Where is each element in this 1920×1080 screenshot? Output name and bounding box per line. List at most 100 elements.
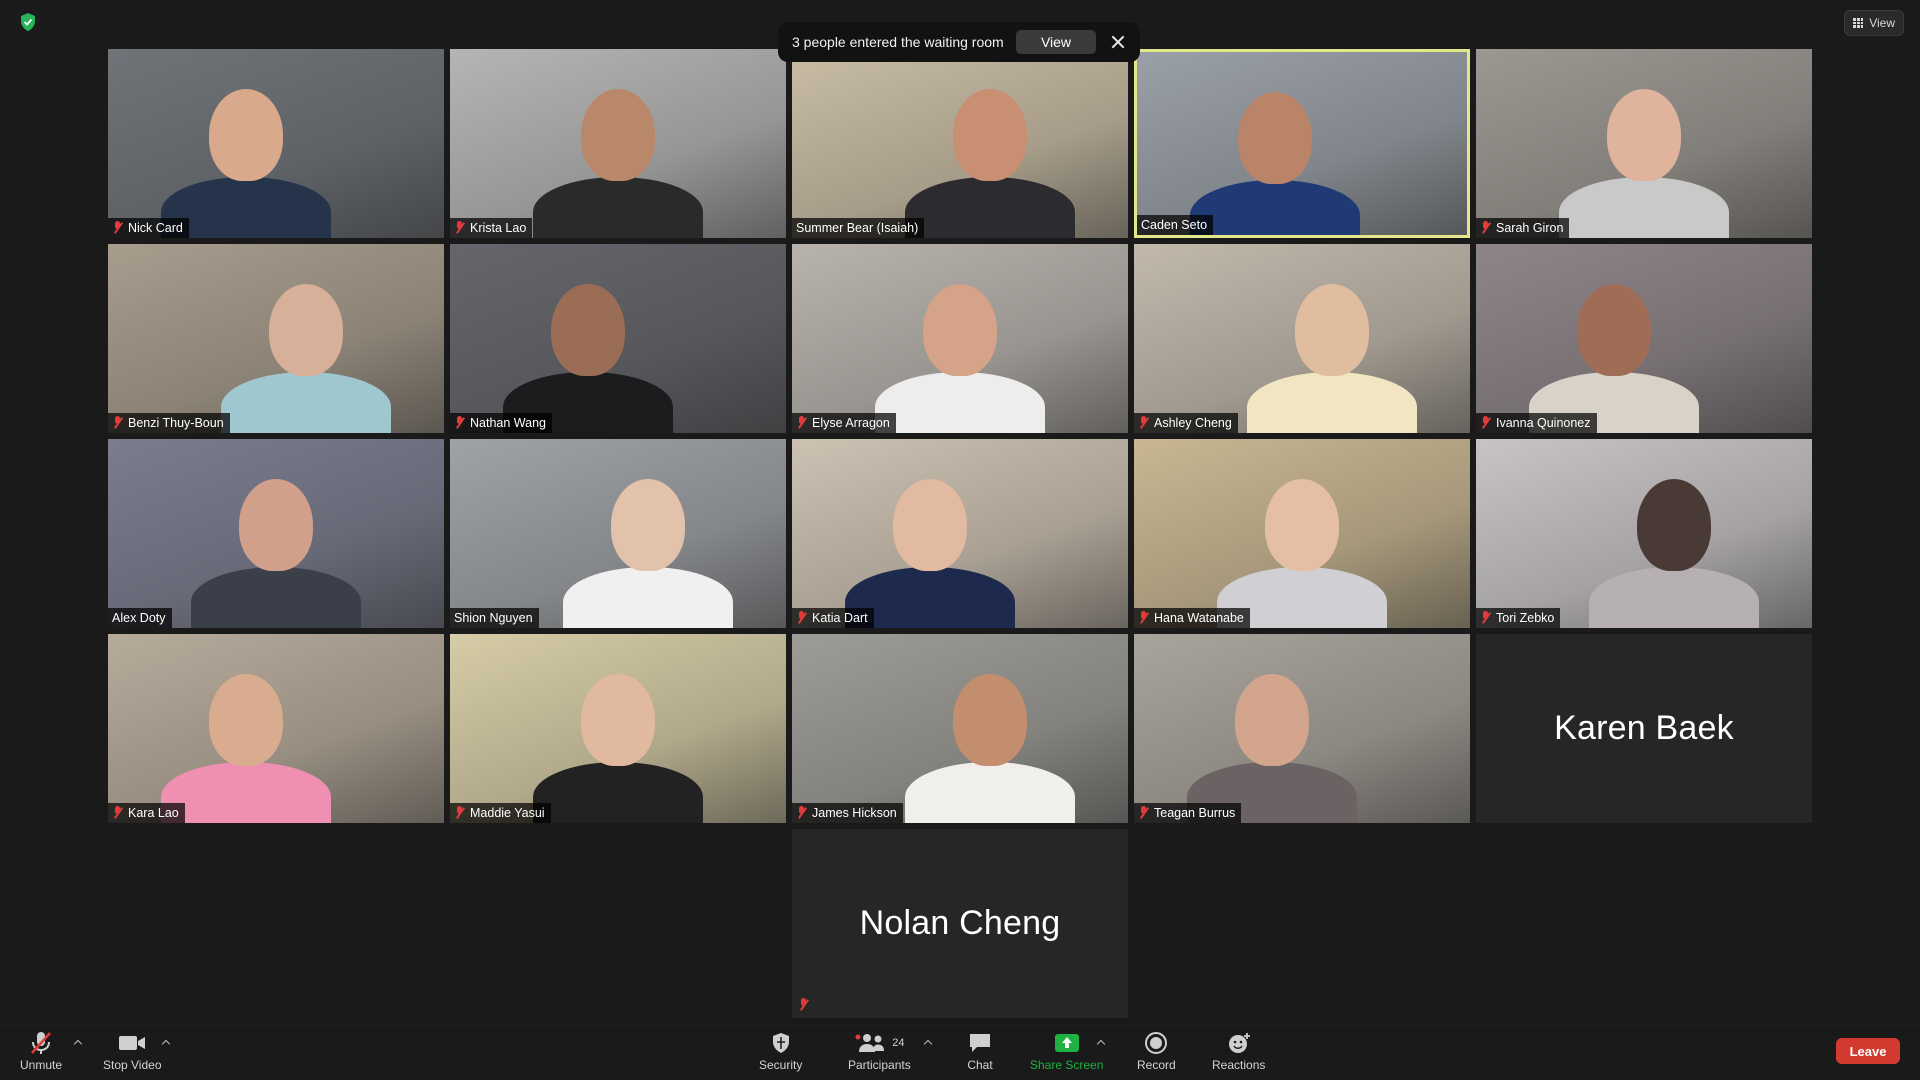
participant-name: Caden Seto — [1141, 218, 1208, 232]
participant-name-tag: Ivanna Quinonez — [1476, 413, 1597, 433]
muted-mic-icon — [454, 221, 466, 235]
participant-face — [581, 674, 655, 766]
stop-video-label: Stop Video — [103, 1058, 162, 1072]
participant-face — [269, 284, 343, 376]
participant-torso — [1190, 180, 1360, 235]
participant-name-tag: Maddie Yasui — [450, 803, 551, 823]
participant-name-tag: Summer Bear (Isaiah) — [792, 218, 925, 238]
participant-name: Shion Nguyen — [454, 611, 533, 625]
participant-name: Sarah Giron — [1496, 221, 1564, 235]
leave-button[interactable]: Leave — [1836, 1038, 1900, 1064]
reactions-smiley-icon — [1226, 1030, 1252, 1056]
muted-mic-icon — [1138, 611, 1150, 625]
participant-video-tile[interactable]: Nick Card — [108, 49, 444, 238]
share-screen-icon — [1053, 1030, 1081, 1056]
grid-icon — [1853, 18, 1864, 28]
view-layout-button[interactable]: View — [1844, 10, 1904, 36]
muted-mic-icon — [796, 611, 808, 625]
encryption-shield-icon[interactable] — [18, 12, 38, 32]
share-screen-button[interactable]: Share Screen — [1030, 1030, 1103, 1072]
meeting-toolbar: Unmute Stop Video Security 24 Participan… — [0, 1025, 1920, 1080]
participant-video-tile[interactable]: Kara Lao — [108, 634, 444, 823]
participant-name: Teagan Burrus — [1154, 806, 1236, 820]
participant-face — [923, 284, 997, 376]
participant-name: Alex Doty — [112, 611, 166, 625]
participant-video-feed — [1137, 52, 1467, 235]
participant-video-tile[interactable]: Ivanna Quinonez — [1476, 244, 1812, 433]
participant-video-tile[interactable]: Krista Lao — [450, 49, 786, 238]
participants-chevron-up-icon[interactable] — [924, 1038, 932, 1046]
participants-label: Participants — [848, 1058, 911, 1072]
muted-mic-icon — [112, 806, 124, 820]
participant-video-tile[interactable]: Benzi Thuy-Boun — [108, 244, 444, 433]
participant-torso — [1247, 372, 1417, 433]
reactions-button[interactable]: Reactions — [1212, 1030, 1265, 1072]
participant-torso — [1589, 567, 1759, 628]
participant-video-feed — [1134, 244, 1470, 433]
share-screen-label: Share Screen — [1030, 1058, 1104, 1072]
participant-video-tile[interactable]: Shion Nguyen — [450, 439, 786, 628]
security-button[interactable]: Security — [759, 1030, 802, 1072]
participant-name-tag: Alex Doty — [108, 608, 172, 628]
participant-name-tag: Shion Nguyen — [450, 608, 539, 628]
record-button[interactable]: Record — [1137, 1030, 1176, 1072]
participant-video-feed — [108, 439, 444, 628]
chat-button[interactable]: Chat — [967, 1030, 993, 1072]
muted-mic-icon — [1480, 221, 1492, 235]
participant-torso — [533, 177, 703, 238]
participant-face — [611, 479, 685, 571]
participant-video-feed — [1476, 49, 1812, 238]
participant-video-tile[interactable]: James Hickson — [792, 634, 1128, 823]
muted-microphone-icon — [27, 1030, 55, 1056]
participant-face — [551, 284, 625, 376]
participant-face — [209, 674, 283, 766]
participant-video-feed — [1134, 634, 1470, 823]
participant-video-tile[interactable]: Caden Seto — [1134, 49, 1470, 238]
participant-video-tile[interactable]: Summer Bear (Isaiah) — [792, 49, 1128, 238]
participant-face — [953, 674, 1027, 766]
participant-video-feed — [1134, 439, 1470, 628]
stop-video-button[interactable]: Stop Video — [103, 1030, 162, 1072]
video-options-chevron-up-icon[interactable] — [162, 1038, 170, 1046]
unmute-button[interactable]: Unmute — [20, 1030, 62, 1072]
participant-video-tile[interactable]: Alex Doty — [108, 439, 444, 628]
participant-video-tile[interactable]: Elyse Arragon — [792, 244, 1128, 433]
participant-video-tile[interactable]: Tori Zebko — [1476, 439, 1812, 628]
participant-name-tag: Katia Dart — [792, 608, 874, 628]
muted-mic-icon — [1480, 416, 1492, 430]
participant-name-tag: James Hickson — [792, 803, 903, 823]
close-icon[interactable] — [1110, 34, 1126, 50]
participant-video-tile[interactable]: Nathan Wang — [450, 244, 786, 433]
participant-video-tile[interactable]: Ashley Cheng — [1134, 244, 1470, 433]
participant-name: Karen Baek — [1554, 709, 1734, 747]
share-options-chevron-up-icon[interactable] — [1097, 1038, 1105, 1046]
participant-face — [1235, 674, 1309, 766]
participant-video-feed — [792, 439, 1128, 628]
participant-face — [581, 89, 655, 181]
audio-options-chevron-up-icon[interactable] — [74, 1038, 82, 1046]
participant-torso — [905, 762, 1075, 823]
participant-video-feed — [450, 244, 786, 433]
waiting-room-view-button[interactable]: View — [1016, 30, 1096, 54]
participant-video-tile[interactable]: Teagan Burrus — [1134, 634, 1470, 823]
waiting-room-message: 3 people entered the waiting room — [792, 34, 1004, 50]
muted-mic-icon — [1138, 416, 1150, 430]
participant-video-tile[interactable]: Karen Baek — [1476, 634, 1812, 823]
participant-video-tile[interactable]: Nolan Cheng — [792, 829, 1128, 1018]
participant-name: Hana Watanabe — [1154, 611, 1244, 625]
participant-video-tile[interactable]: Katia Dart — [792, 439, 1128, 628]
participant-face — [1637, 479, 1711, 571]
reactions-label: Reactions — [1212, 1058, 1266, 1072]
participant-video-feed — [450, 49, 786, 238]
participant-face — [209, 89, 283, 181]
participant-video-feed — [450, 634, 786, 823]
record-icon — [1144, 1030, 1168, 1056]
chat-bubble-icon — [967, 1030, 993, 1056]
video-camera-icon — [117, 1030, 147, 1056]
muted-mic-icon — [112, 221, 124, 235]
participant-video-tile[interactable]: Sarah Giron — [1476, 49, 1812, 238]
participants-button[interactable]: 24 Participants — [848, 1030, 911, 1072]
participant-video-tile[interactable]: Maddie Yasui — [450, 634, 786, 823]
participant-name: Summer Bear (Isaiah) — [796, 221, 919, 235]
participant-video-tile[interactable]: Hana Watanabe — [1134, 439, 1470, 628]
